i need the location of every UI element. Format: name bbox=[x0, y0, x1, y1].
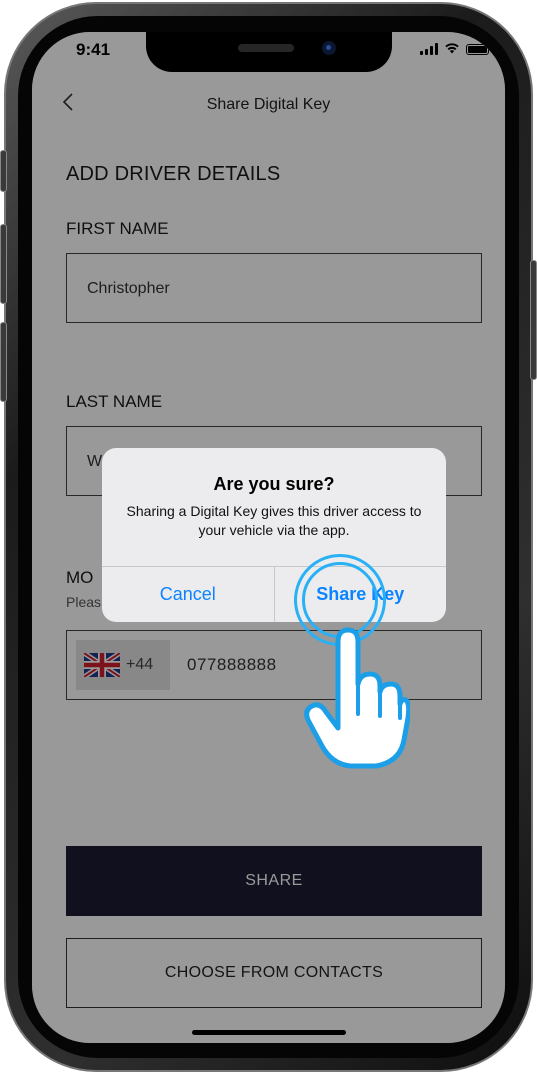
volume-down-button bbox=[0, 322, 7, 402]
status-time: 9:41 bbox=[76, 40, 111, 59]
confirm-alert: Are you sure? Sharing a Digital Key give… bbox=[102, 448, 446, 622]
speaker bbox=[238, 44, 294, 52]
wifi-icon bbox=[444, 42, 460, 56]
camera-icon bbox=[322, 41, 336, 55]
volume-up-button bbox=[0, 224, 7, 304]
status-icons bbox=[420, 42, 489, 56]
signal-icon bbox=[420, 43, 438, 55]
alert-title: Are you sure? bbox=[213, 474, 335, 494]
pointer-hand-icon bbox=[304, 622, 412, 772]
screen: 9:41 Share Digital Key ADD DRIVER DETAIL… bbox=[32, 32, 505, 1043]
alert-actions: Cancel Share Key bbox=[102, 566, 446, 622]
mute-switch bbox=[0, 150, 7, 192]
notch bbox=[146, 32, 392, 72]
battery-icon bbox=[466, 43, 489, 55]
cancel-button[interactable]: Cancel bbox=[102, 567, 274, 622]
home-indicator[interactable] bbox=[192, 1030, 346, 1035]
alert-message: Sharing a Digital Key gives this driver … bbox=[126, 503, 422, 538]
power-button bbox=[530, 260, 537, 380]
